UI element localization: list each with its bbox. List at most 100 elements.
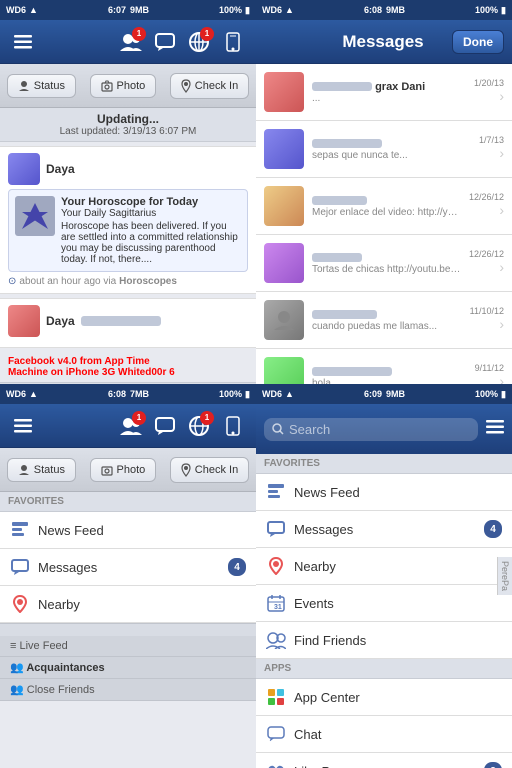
svg-text:31: 31 (274, 604, 282, 611)
messages-list: grax Dani ... 1/20/13 › sepas que nunca … (256, 64, 512, 384)
likepages-icon-q4 (266, 761, 286, 768)
favorites-title-q4: FAVORITES (256, 454, 512, 474)
nav-menu-q4[interactable] (486, 420, 504, 439)
checkin-button-q3[interactable]: Check In (170, 457, 249, 483)
groups-placeholder (0, 623, 256, 636)
closefriends-icon-sidebar: 👥 (10, 684, 27, 696)
appcenter-icon-q4 (266, 687, 286, 707)
sidebar-item-events-q4[interactable]: 31 Events (256, 585, 512, 622)
updating-bar: Updating... Last updated: 3/19/13 6:07 P… (0, 108, 256, 142)
sidebar-item-newsfeed-q4[interactable]: News Feed (256, 474, 512, 511)
sidebar-item-messages-q4[interactable]: Messages 4 (256, 511, 512, 548)
menu-button-q1[interactable] (8, 27, 38, 57)
post2-blurred (81, 316, 161, 326)
photo-button-q1[interactable]: Photo (90, 74, 157, 98)
menu-button-q3[interactable] (8, 411, 38, 441)
status-button-q3[interactable]: Status (7, 458, 76, 482)
battery-q1: 100% (219, 5, 242, 15)
sidebar-item-chat-q4[interactable]: Chat (256, 716, 512, 753)
messages-title: Messages (342, 32, 423, 52)
privacy-icon: ⊙ (8, 276, 16, 287)
msg-avatar-1 (264, 72, 304, 112)
phone-icon-q3 (218, 411, 248, 441)
carrier-q1: WD6 (6, 5, 26, 15)
sidebar-item-appcenter-q4[interactable]: App Center (256, 679, 512, 716)
done-button[interactable]: Done (452, 30, 504, 54)
nearby-icon (10, 594, 30, 614)
friends-button-q1[interactable]: 1 (116, 27, 146, 57)
status-button-q1[interactable]: Status (7, 74, 76, 98)
time-q1: 6:07 (108, 5, 126, 15)
sidebar-item-likepages-q4[interactable]: Like Pages 2 (256, 753, 512, 768)
sidebar-item-nearby[interactable]: Nearby (0, 586, 256, 623)
wifi-icon-q1: ▲ (29, 5, 38, 15)
rotate-label: PerePa (497, 557, 512, 595)
post-2: Daya (0, 298, 256, 348)
msg-avatar-3 (264, 186, 304, 226)
phone-icon-q1 (218, 27, 248, 57)
sidebar-item-messages[interactable]: Messages 4 (0, 549, 256, 586)
search-wrap[interactable] (264, 418, 478, 441)
avatar-post1 (8, 153, 40, 185)
sidebar-item-newsfeed[interactable]: News Feed (0, 512, 256, 549)
search-input[interactable] (289, 422, 470, 437)
msg-item-3[interactable]: Mejor enlace del video: http://yout... 1… (256, 178, 512, 235)
photo-button-q3[interactable]: Photo (90, 458, 157, 482)
nav-bar-q1: 1 1 (0, 20, 256, 64)
search-nav (256, 404, 512, 454)
events-icon-q4: 31 (266, 593, 286, 613)
post2-name: Daya (46, 314, 75, 328)
nav-bar-q3: 1 1 (0, 404, 256, 448)
newsfeed-icon-q4 (266, 482, 286, 502)
status-bar-q3: WD6 ▲ 6:08 7MB 100% ▮ (0, 384, 256, 404)
post1-name: Daya (46, 162, 75, 176)
globe-button-q3[interactable]: 1 (184, 411, 214, 441)
sidebar-group-acquaintances[interactable]: 👥 Acquaintances (0, 657, 256, 679)
horoscope-card[interactable]: Your Horoscope for Today Your Daily Sagi… (8, 189, 248, 272)
msg-avatar-2 (264, 129, 304, 169)
messages-badge-q3: 4 (228, 558, 246, 576)
q3-sidebar: WD6 ▲ 6:08 7MB 100% ▮ 1 1 (0, 384, 256, 768)
checkin-button-q1[interactable]: Check In (170, 73, 249, 99)
status-bar-q2: WD6 ▲ 6:08 9MB 100% ▮ (256, 0, 512, 20)
action-bar-q1: Status Photo Check In (0, 64, 256, 108)
messages-icon-q4 (266, 519, 286, 539)
status-bar-q1: WD6 ▲ 6:07 9MB 100% ▮ (0, 0, 256, 20)
friends-button-q3[interactable]: 1 (116, 411, 146, 441)
msg-item-2[interactable]: sepas que nunca te... 1/7/13 › (256, 121, 512, 178)
msg-item-5[interactable]: cuando puedas me llamas... 11/10/12 › (256, 292, 512, 349)
sidebar-item-findfriends-q4[interactable]: Find Friends (256, 622, 512, 659)
newsfeed-icon (10, 520, 30, 540)
promo-text: Facebook v4.0 from App Time Machine on i… (0, 352, 256, 382)
msg-item-4[interactable]: Tortas de chicas http://youtu.be/G... 12… (256, 235, 512, 292)
sidebar-group-livefeed[interactable]: ≡ Live Feed (0, 636, 256, 657)
sidebar-group-closefriends[interactable]: 👥 Close Friends (0, 679, 256, 701)
avatar-post2 (8, 305, 40, 337)
battery-icon-q1: ▮ (245, 5, 250, 16)
favorites-title-q3: FAVORITES (0, 492, 256, 512)
sidebar-item-nearby-q4[interactable]: Nearby (256, 548, 512, 585)
status-bar-q4: WD6 ▲ 6:09 9MB 100% ▮ (256, 384, 512, 404)
globe-button-q1[interactable]: 1 (184, 27, 214, 57)
msg-avatar-4 (264, 243, 304, 283)
acquaintances-icon-sidebar: 👥 (10, 662, 26, 674)
nearby-icon-q4 (266, 556, 286, 576)
data-q1: 9MB (130, 5, 149, 15)
horoscope-image (15, 196, 55, 236)
messages-button-q3[interactable] (150, 411, 180, 441)
q4-right-sidebar: WD6 ▲ 6:09 9MB 100% ▮ FAVORITES News Fee… (256, 384, 512, 768)
likepages-badge-q4: 2 (484, 762, 502, 768)
friends-badge-q1: 1 (132, 27, 146, 41)
messages-badge-q4: 4 (484, 520, 502, 538)
msg-avatar-6 (264, 357, 304, 384)
apps-title-q4: APPS (256, 659, 512, 679)
friends-badge-q3: 1 (132, 411, 146, 425)
globe-badge-q3: 1 (200, 411, 214, 425)
msg-item-1[interactable]: grax Dani ... 1/20/13 › (256, 64, 512, 121)
globe-badge-q1: 1 (200, 27, 214, 41)
post-1: Daya Your Horoscope for Today Your Daily… (0, 146, 256, 294)
msg-item-6[interactable]: hola 9/11/12 › (256, 349, 512, 384)
messages-button-q1[interactable] (150, 27, 180, 57)
messages-nav: Messages Done (256, 20, 512, 64)
action-bar-q3: Status Photo Check In (0, 448, 256, 492)
